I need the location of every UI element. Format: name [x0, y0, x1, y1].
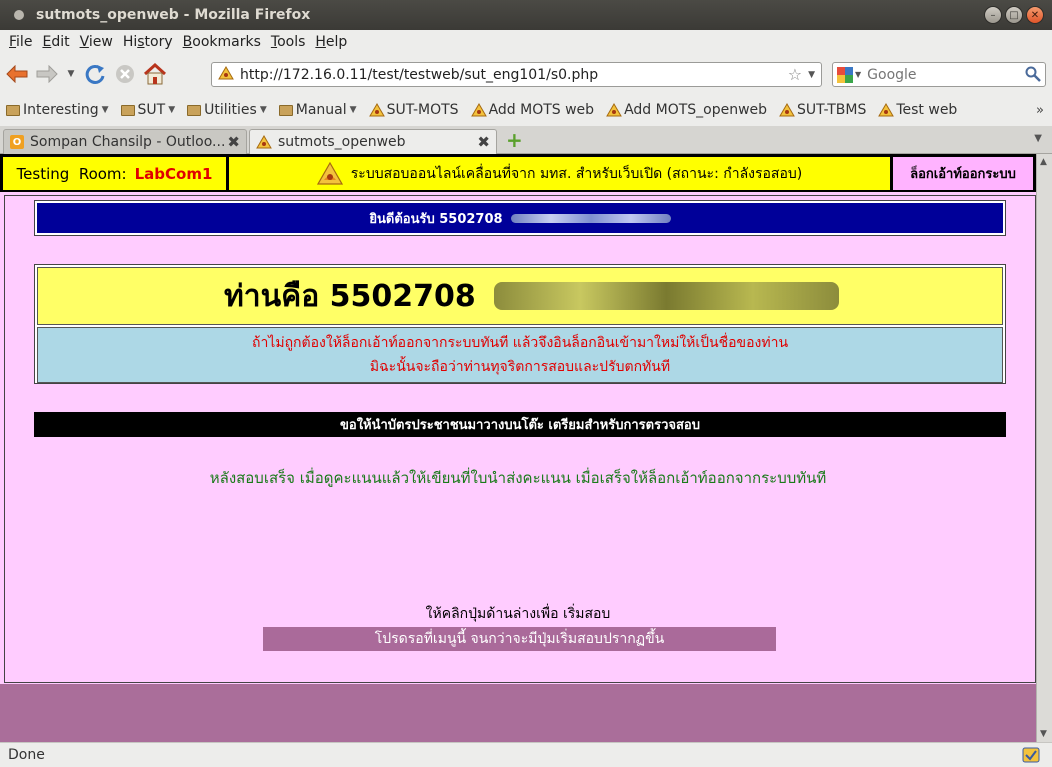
- tab-outlook[interactable]: O Sompan Chansilp - Outloo... ✖: [3, 129, 247, 154]
- bookmark-test-web[interactable]: Test web: [878, 102, 957, 118]
- menu-bar: File Edit View History Bookmarks Tools H…: [0, 30, 1052, 54]
- status-text: Done: [8, 747, 45, 763]
- scroll-down-icon[interactable]: ▼: [1040, 729, 1047, 739]
- site-logo-icon: [368, 103, 385, 117]
- maximize-icon[interactable]: □: [1005, 6, 1023, 24]
- folder-icon: [278, 104, 293, 116]
- url-bar: ☆ ▼: [211, 62, 822, 87]
- magnifier-icon[interactable]: [1025, 66, 1041, 86]
- window-titlebar: sutmots_openweb - Mozilla Firefox – □ ✕: [0, 0, 1052, 30]
- close-tab-icon[interactable]: ✖: [227, 133, 240, 151]
- bookmark-star-icon[interactable]: ☆: [788, 65, 802, 84]
- status-bar: Done: [0, 742, 1052, 767]
- tab-sutmots-openweb[interactable]: sutmots_openweb ✖: [249, 129, 497, 154]
- bookmarks-toolbar: Interesting ▼ SUT ▼ Utilities ▼ Manual ▼ SUT…: [0, 94, 1052, 126]
- bookmark-sut-tbms[interactable]: SUT-TBMS: [779, 102, 866, 118]
- app-menu-icon[interactable]: [14, 10, 24, 20]
- folder-icon: [120, 104, 135, 116]
- scroll-up-icon[interactable]: ▲: [1040, 157, 1047, 167]
- warning-line-1: ถ้าไม่ถูกต้องให้ล็อกเอ้าท์ออกจากระบบทันท…: [251, 335, 789, 351]
- menu-tools[interactable]: Tools: [266, 34, 311, 50]
- redacted-name: [510, 213, 671, 223]
- page-footer: [0, 684, 1036, 742]
- folder-icon: [6, 104, 20, 116]
- logout-button[interactable]: ล็อกเอ้าท์ออกระบบ: [893, 157, 1033, 190]
- menu-history[interactable]: History: [118, 34, 178, 50]
- site-logo-icon: [878, 103, 895, 117]
- stop-icon[interactable]: [112, 61, 138, 87]
- menu-edit[interactable]: Edit: [37, 34, 74, 50]
- menu-file[interactable]: File: [4, 34, 37, 50]
- outlook-icon: O: [10, 135, 24, 149]
- header-row: Testing Room: LabCom1 ระบบสอบออนไลน์เคลื…: [0, 154, 1036, 192]
- system-title-cell: ระบบสอบออนไลน์เคลื่อนที่จาก มทส. สำหรับเ…: [229, 157, 890, 190]
- warning-line-2: มิฉะนั้นจะถือว่าท่านทุจริตการสอบและปรับต…: [369, 359, 671, 375]
- university-logo-icon: [316, 161, 343, 185]
- site-logo-icon: [779, 103, 795, 117]
- warning-box: ถ้าไม่ถูกต้องให้ล็อกเอ้าท์ออกจากระบบทันท…: [37, 327, 1003, 383]
- home-icon[interactable]: [142, 61, 168, 87]
- page-content: Testing Room: LabCom1 ระบบสอบออนไลน์เคลื…: [0, 154, 1036, 742]
- id-card-notice: ขอให้นำบัตรประชาชนมาวางบนโต๊ะ เตรียมสำหร…: [34, 412, 1006, 437]
- google-icon[interactable]: ▼: [837, 66, 861, 83]
- chevron-down-icon: ▼: [259, 105, 267, 115]
- chevron-down-icon: ▼: [168, 105, 176, 115]
- click-below-text: ให้คลิกปุ่มด้านล่างเพื่อ เริ่มสอบ: [425, 606, 611, 622]
- close-window-icon[interactable]: ✕: [1026, 6, 1044, 24]
- navigation-toolbar: ▼ ☆ ▼ ▼: [0, 54, 1052, 94]
- bookmark-sut-mots[interactable]: SUT-MOTS: [368, 102, 459, 118]
- bookmark-add-mots-web[interactable]: Add MOTS web: [470, 102, 594, 118]
- system-title: ระบบสอบออนไลน์เคลื่อนที่จาก มทส. สำหรับเ…: [350, 165, 803, 182]
- history-dropdown-icon[interactable]: ▼: [64, 61, 78, 87]
- tab-list-icon[interactable]: ▼: [1034, 133, 1042, 144]
- menu-help[interactable]: Help: [310, 34, 352, 50]
- bookmark-folder-utilities[interactable]: Utilities ▼: [187, 102, 267, 118]
- after-exam-instructions: หลังสอบเสร็จ เมื่อดูคะแนนแล้วให้เขียนที่…: [209, 469, 827, 487]
- site-logo-icon: [470, 103, 487, 117]
- bookmark-folder-interesting[interactable]: Interesting ▼: [6, 102, 109, 118]
- vertical-scrollbar[interactable]: ▲ ▼: [1036, 154, 1052, 742]
- security-icon[interactable]: [1022, 747, 1040, 767]
- welcome-text: ยินดีต้อนรับ 5502708: [369, 211, 503, 227]
- welcome-banner: ยินดีต้อนรับ 5502708: [34, 200, 1006, 236]
- identity-box: ท่านคือ 5502708 ถ้าไม่ถูกต้องให้ล็อกเอ้า…: [34, 264, 1006, 384]
- testing-room-value: LabCom1: [134, 164, 213, 183]
- testing-room-cell: Testing Room: LabCom1: [3, 157, 226, 190]
- back-icon[interactable]: [4, 61, 30, 87]
- folder-icon: [187, 104, 202, 116]
- bookmark-folder-manual[interactable]: Manual ▼: [278, 102, 357, 118]
- chevron-down-icon: ▼: [349, 105, 357, 115]
- redacted-name: [493, 282, 839, 310]
- site-logo-icon: [256, 135, 272, 149]
- url-dropdown-icon[interactable]: ▼: [808, 70, 815, 80]
- site-logo-icon: [606, 103, 622, 117]
- menu-bookmarks[interactable]: Bookmarks: [178, 34, 266, 50]
- site-identity-icon[interactable]: [218, 65, 234, 84]
- new-tab-icon[interactable]: +: [506, 128, 523, 152]
- forward-icon[interactable]: [34, 61, 60, 87]
- menu-view[interactable]: View: [75, 34, 118, 50]
- search-bar: ▼: [832, 62, 1046, 87]
- bookmarks-overflow-icon[interactable]: »: [1036, 103, 1044, 118]
- url-input[interactable]: [240, 66, 788, 83]
- search-input[interactable]: [867, 66, 1018, 83]
- chevron-down-icon: ▼: [101, 105, 109, 115]
- wait-start-button[interactable]: โปรดรอที่เมนูนี้ จนกว่าจะมีปุ่มเริ่มสอบป…: [263, 627, 776, 651]
- identity-row: ท่านคือ 5502708: [37, 267, 1003, 325]
- window-controls: – □ ✕: [984, 6, 1044, 24]
- bookmark-add-mots-openweb[interactable]: Add MOTS_openweb: [606, 102, 767, 118]
- minimize-icon[interactable]: –: [984, 6, 1002, 24]
- window-title: sutmots_openweb - Mozilla Firefox: [36, 7, 311, 23]
- tab-strip: O Sompan Chansilp - Outloo... ✖ sutmots_…: [0, 126, 1052, 154]
- bookmark-folder-sut[interactable]: SUT ▼: [120, 102, 176, 118]
- close-tab-icon[interactable]: ✖: [477, 133, 490, 151]
- testing-room-label: Testing Room:: [16, 164, 127, 183]
- you-are-text: ท่านคือ 5502708: [224, 278, 476, 314]
- reload-icon[interactable]: [82, 61, 108, 87]
